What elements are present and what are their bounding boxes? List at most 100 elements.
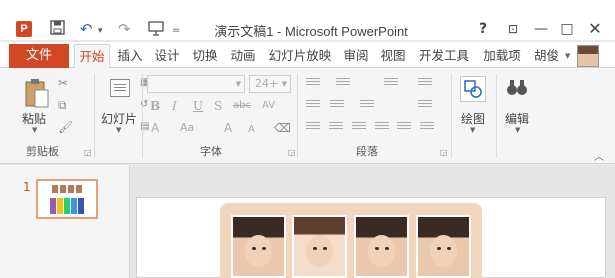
document-title: 演示文稿1 - Microsoft PowerPoint — [214, 24, 408, 39]
save-icon[interactable] — [50, 20, 65, 38]
group-separator — [297, 74, 298, 158]
binoculars-icon[interactable] — [504, 76, 530, 102]
bullets-icon[interactable] — [306, 78, 320, 90]
cut-icon[interactable]: ✂ — [58, 76, 68, 90]
change-case-button[interactable]: Aa — [180, 120, 194, 136]
strikethrough-button[interactable]: abc — [233, 98, 251, 114]
smartart-convert-icon[interactable] — [420, 122, 434, 134]
maximize-button[interactable]: □ — [556, 19, 578, 39]
photo[interactable] — [416, 215, 471, 278]
present-from-start-icon[interactable] — [148, 20, 164, 38]
undo-icon[interactable]: ↶ — [80, 20, 93, 38]
tab-design[interactable]: 设计 — [151, 44, 183, 68]
paragraph-group-label: 段落 — [356, 145, 378, 158]
paste-dropdown-icon[interactable]: ▼ — [32, 126, 37, 134]
thumbnail-photo — [68, 185, 74, 193]
font-color-button[interactable]: A — [151, 120, 159, 136]
line-spacing-icon[interactable] — [384, 78, 398, 90]
shrink-font-button[interactable]: A — [248, 122, 255, 138]
photo[interactable] — [231, 215, 286, 278]
decrease-indent-icon[interactable] — [306, 100, 320, 112]
tab-view[interactable]: 视图 — [377, 44, 409, 68]
group-separator — [496, 74, 497, 158]
paragraph-launcher-icon[interactable]: ◲ — [440, 148, 448, 157]
justify-icon[interactable] — [375, 122, 389, 134]
slide-number: 1 — [23, 180, 31, 194]
photo-eye — [375, 247, 379, 250]
editing-button-label[interactable]: 编辑 — [505, 110, 529, 127]
clipboard-group-label: 剪贴板 — [26, 145, 59, 158]
editing-dropdown-icon[interactable]: ▼ — [515, 126, 520, 134]
thumbnail-bar — [78, 198, 84, 214]
drawing-button-label[interactable]: 绘图 — [461, 110, 485, 127]
new-slide-dropdown-icon[interactable]: ▼ — [116, 126, 121, 134]
drawing-dropdown-icon[interactable]: ▼ — [470, 126, 475, 134]
tab-file[interactable]: 文件 — [9, 44, 69, 68]
avatar[interactable] — [577, 45, 599, 67]
numbering-icon[interactable] — [336, 78, 350, 90]
copy-icon[interactable]: ⧉ — [58, 98, 67, 112]
thumbnail-bar — [64, 198, 70, 214]
new-slide-button-label[interactable]: 幻灯片 — [101, 110, 137, 127]
tab-review[interactable]: 审阅 — [340, 44, 372, 68]
font-size-combo[interactable]: 24+ ▼ — [249, 75, 291, 93]
chevron-down-icon[interactable]: ▼ — [236, 80, 241, 88]
new-slide-icon[interactable] — [110, 79, 130, 97]
photo-face — [306, 235, 333, 267]
underline-button[interactable]: U — [193, 98, 203, 114]
align-left-icon[interactable] — [306, 122, 320, 134]
group-separator — [451, 74, 452, 158]
drawing-shapes-icon[interactable] — [460, 76, 486, 102]
undo-dropdown-icon[interactable]: ▾ — [98, 22, 103, 40]
tab-slide-show[interactable]: 幻灯片放映 — [264, 44, 336, 68]
tab-insert[interactable]: 插入 — [114, 44, 146, 68]
tab-home[interactable]: 开始 — [74, 44, 110, 69]
group-separator — [142, 74, 143, 158]
user-name[interactable]: 胡俊 — [534, 44, 559, 68]
help-button[interactable]: ? — [472, 19, 494, 39]
paste-button-label[interactable]: 粘贴 — [22, 110, 46, 127]
title-bar: P ↶ ▾ ↷ = 演示文稿1 - Microsoft PowerPoint ?… — [0, 0, 615, 40]
minimize-button[interactable]: — — [530, 19, 552, 39]
customize-quick-access-icon[interactable]: = — [172, 22, 180, 40]
align-text-icon[interactable] — [418, 100, 432, 112]
powerpoint-logo-icon: P — [16, 21, 32, 37]
tab-addins[interactable]: 加载项 — [478, 44, 526, 68]
format-painter-icon[interactable]: 🖌 — [58, 120, 73, 134]
character-spacing-button[interactable]: AV — [262, 98, 275, 114]
font-launcher-icon[interactable]: ◲ — [288, 148, 296, 157]
align-right-icon[interactable] — [352, 122, 366, 134]
increase-indent-icon[interactable] — [330, 100, 344, 112]
ribbon-display-options-button[interactable]: ⊡ — [502, 19, 524, 39]
columns-icon[interactable] — [360, 100, 374, 112]
thumbnail-bar — [50, 198, 56, 214]
collapse-ribbon-icon[interactable]: ︿ — [594, 148, 604, 163]
tab-developer[interactable]: 开发工具 — [414, 44, 474, 68]
font-size-value: 24+ — [255, 77, 279, 90]
align-center-icon[interactable] — [329, 122, 343, 134]
tab-animations[interactable]: 动画 — [227, 44, 259, 68]
grow-font-button[interactable]: A — [224, 120, 232, 136]
clear-formatting-icon[interactable]: ⌫ — [274, 121, 291, 135]
bold-button[interactable]: B — [150, 98, 160, 114]
user-menu-caret-icon[interactable]: ▼ — [565, 52, 570, 60]
tab-transitions[interactable]: 切换 — [189, 44, 221, 68]
paste-icon[interactable] — [24, 78, 50, 110]
photo-eye — [447, 247, 451, 250]
photo[interactable] — [354, 215, 409, 278]
distributed-icon[interactable] — [397, 122, 411, 134]
text-direction-icon[interactable] — [418, 78, 432, 90]
font-name-combo[interactable]: ▼ — [147, 75, 245, 93]
slide-thumbnail[interactable] — [36, 179, 98, 219]
close-button[interactable]: ✕ — [584, 19, 606, 39]
photo-eye — [437, 247, 441, 250]
chevron-down-icon[interactable]: ▼ — [282, 80, 287, 88]
photo[interactable] — [292, 215, 347, 278]
clipboard-launcher-icon[interactable]: ◲ — [84, 148, 92, 157]
thumbnail-photo — [76, 185, 82, 193]
shadow-button[interactable]: S — [214, 98, 222, 114]
thumbnail-photo — [60, 185, 66, 193]
photo-eye — [385, 247, 389, 250]
redo-icon[interactable]: ↷ — [118, 20, 131, 38]
italic-button[interactable]: I — [172, 98, 177, 114]
